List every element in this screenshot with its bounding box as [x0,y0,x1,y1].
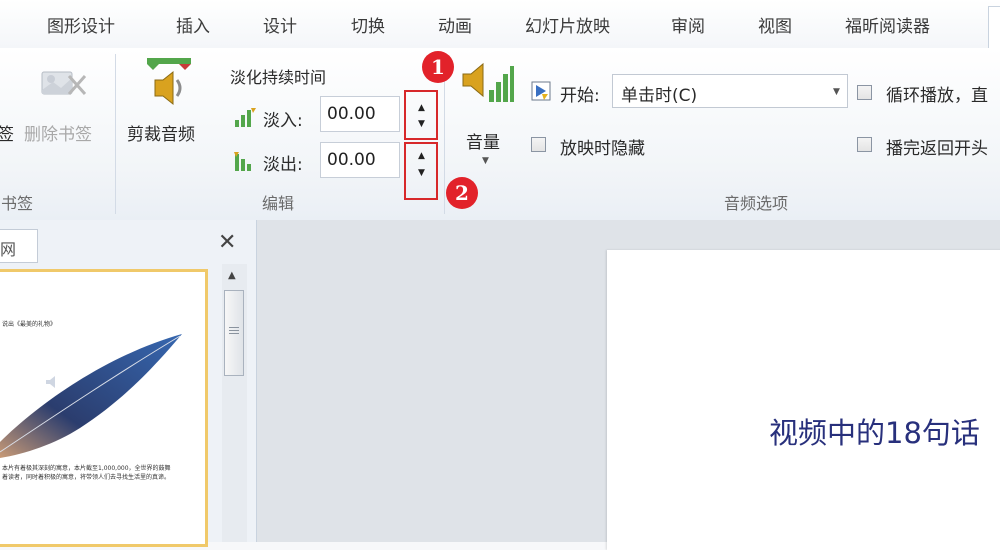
loop-label: 循环播放，直 [886,86,988,106]
audio-options-group-label: 音频选项 [724,194,789,213]
tab-design[interactable]: 设计 [263,12,297,37]
bookmarks-group-label: 书签 [1,194,34,213]
start-select[interactable]: 单击时(C) ▼ [612,74,848,108]
slide-title[interactable]: 视频中的18句话 [769,410,980,452]
callout-badge-1: 1 [422,51,454,83]
close-icon[interactable]: ✕ [218,230,236,255]
fade-out-input[interactable] [320,142,400,178]
tab-playback-edge[interactable] [988,6,1000,50]
hide-during-show-checkbox[interactable] [531,137,546,152]
slide-thumbnail[interactable]: 说出《最美的礼物》 本片有着极其深刻的寓意，本片截至1,000,000，全世界的… [0,269,208,547]
fade-out-icon [234,152,251,171]
volume-label: 音量 [466,133,500,153]
fade-out-label: 淡出: [263,155,303,175]
callout-badge-2: 2 [446,177,478,209]
rewind-label: 播完返回开头 [886,139,988,159]
remove-bookmark-icon [41,71,87,95]
trim-audio-label: 剪裁音频 [127,125,195,145]
fade-in-icon [235,108,256,127]
fade-duration-title: 淡化持续时间 [230,68,327,87]
fade-in-label: 淡入: [263,111,303,131]
feather-image [0,334,182,458]
remove-bookmark-label: 删除书签 [24,125,92,145]
fade-out-spin-up-icon[interactable]: ▲ [418,152,425,161]
ribbon: 签 删除书签 书签 剪裁音频 淡化持续时间 淡入: 00.00 淡出: 00.0… [0,48,1000,221]
start-select-value: 单击时(C) [621,86,698,106]
volume-icon [462,62,514,102]
thumb-text-bottom: 本片有着极其深刻的寓意，本片截至1,000,000，全世界的鼓舞着读者，同时着积… [2,465,171,481]
hide-during-show-label: 放映时隐藏 [560,139,645,159]
thumb-text-top: 说出《最美的礼物》 [2,321,57,328]
start-dropdown-icon[interactable]: ▼ [833,87,840,97]
add-bookmark-button[interactable]: 签 [0,64,22,154]
slide-canvas[interactable]: 视频中的18句话 [607,250,1000,550]
group-separator [115,54,116,214]
tab-graphic-design[interactable]: 图形设计 [47,12,115,37]
scroll-thumb[interactable] [224,290,244,376]
tab-view[interactable]: 视图 [758,12,792,37]
slides-pane: 网 ✕ 说出《最美的礼物》 本片有着极其深刻的寓意，本片截至1,000,000，… [0,220,257,547]
rewind-checkbox[interactable] [857,137,872,152]
tab-slideshow[interactable]: 幻灯片放映 [525,12,610,37]
fade-in-spinner-highlight[interactable]: ▲ ▼ [404,90,438,140]
tab-transitions[interactable]: 切换 [351,12,385,37]
start-icon [531,81,551,101]
fade-in-spin-up-icon[interactable]: ▲ [418,104,425,113]
remove-bookmark-button[interactable]: 删除书签 [22,62,108,154]
tab-insert[interactable]: 插入 [176,12,210,37]
ribbon-tab-bar: 图形设计 插入 设计 切换 动画 幻灯片放映 审阅 视图 福昕阅读器 [0,0,1000,50]
outline-tab-label: 网 [0,240,17,259]
fade-in-spin-down-icon[interactable]: ▼ [418,120,425,129]
fade-in-input[interactable] [320,96,400,132]
volume-dropdown-icon: ▼ [482,156,489,166]
fade-out-spinner-highlight[interactable]: ▲ ▼ [404,142,438,200]
trim-audio-icon [147,58,191,106]
volume-button[interactable]: 音量 ▼ [455,56,515,168]
tab-review[interactable]: 审阅 [671,12,705,37]
trim-audio-button[interactable]: 剪裁音频 [123,56,213,154]
outline-tab[interactable]: 网 [0,229,38,263]
scroll-up-icon[interactable]: ▲ [228,270,236,281]
start-label: 开始: [560,86,600,106]
loop-checkbox[interactable] [857,85,872,100]
pane-scrollbar[interactable]: ▲ [222,264,247,542]
slide-editor: 视频中的18句话 [257,220,1000,550]
add-bookmark-label: 签 [0,125,14,145]
tab-foxit-reader[interactable]: 福昕阅读器 [845,12,930,37]
editing-group-label: 编辑 [262,194,295,213]
fade-out-spin-down-icon[interactable]: ▼ [418,169,425,178]
tab-animations[interactable]: 动画 [438,12,472,37]
